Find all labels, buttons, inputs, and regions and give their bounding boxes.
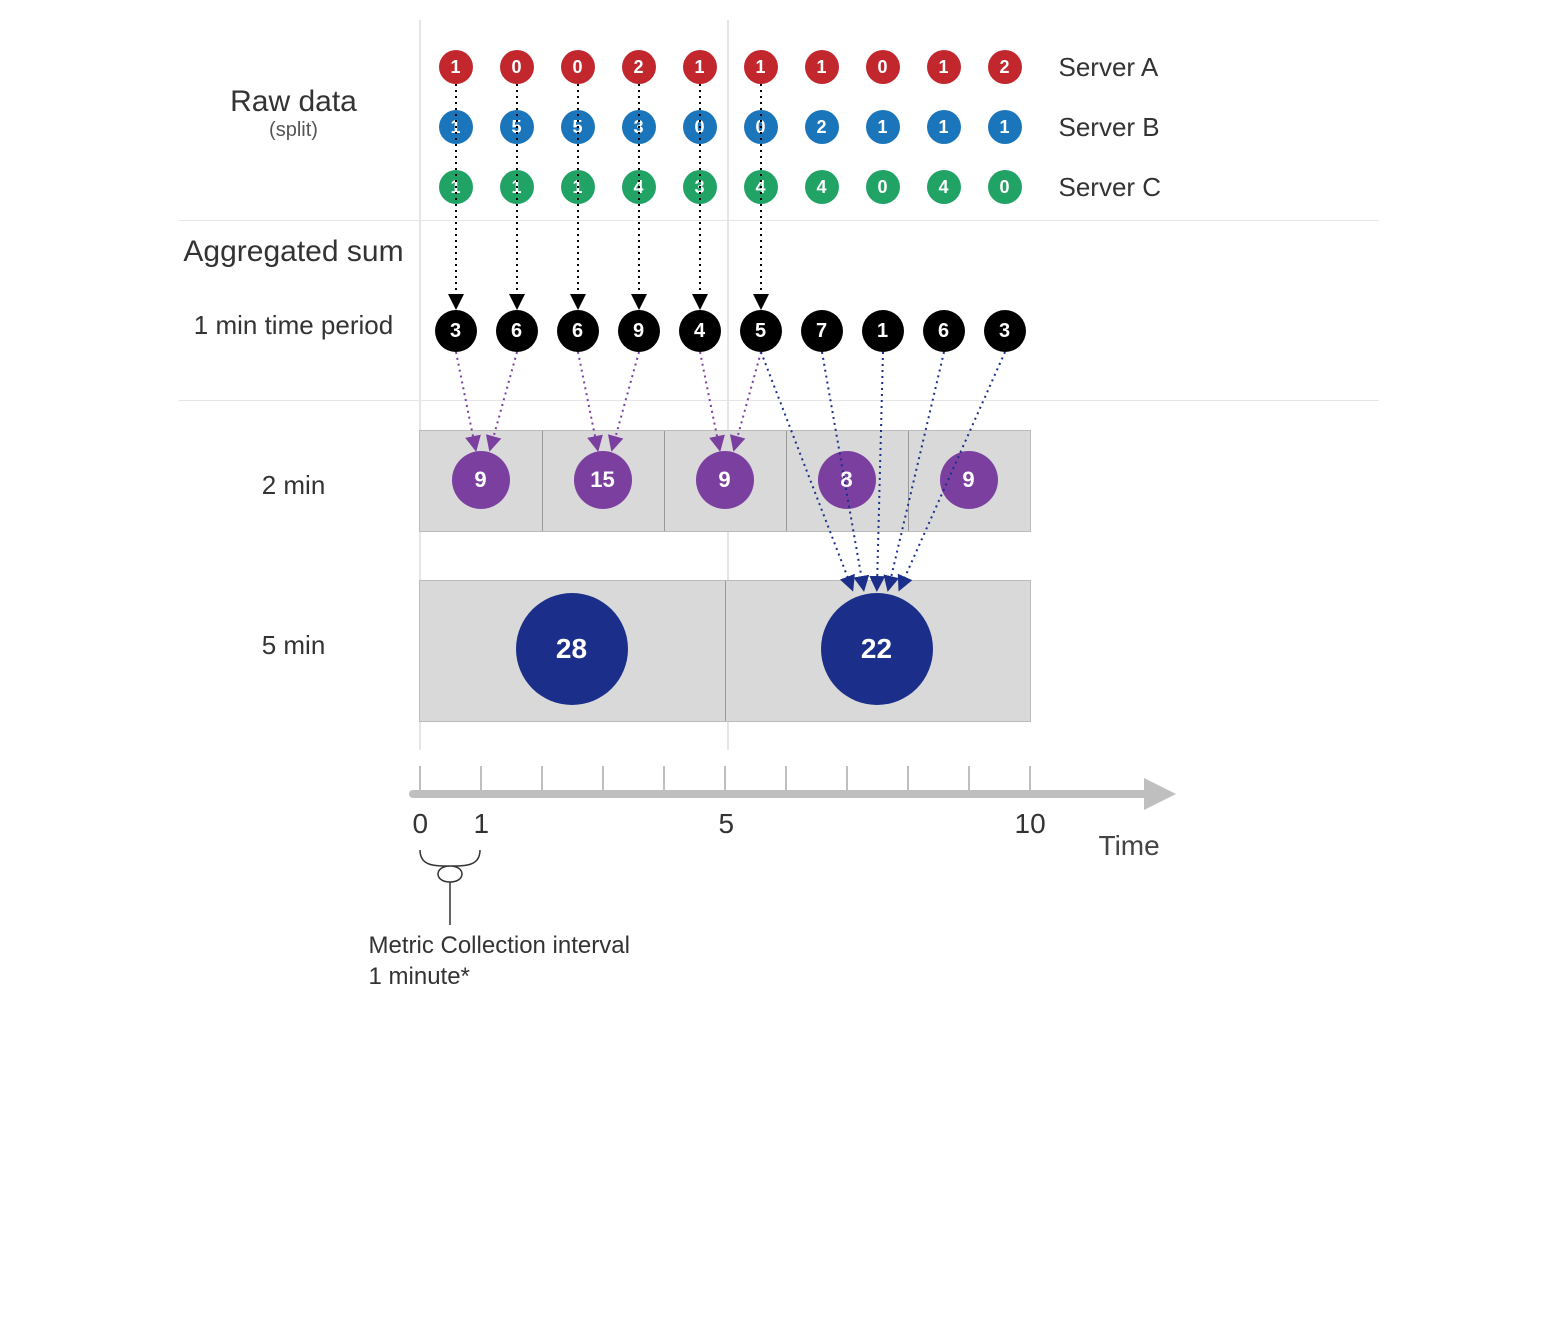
sum2-dot: 15 [574, 451, 632, 509]
axis-tick [541, 766, 543, 792]
sum2-dot: 8 [818, 451, 876, 509]
axis-number-0: 0 [413, 808, 429, 840]
five-min-label: 5 min [179, 630, 409, 661]
sum5-dot: 28 [516, 593, 628, 705]
axis-tick [602, 766, 604, 792]
sum1-dot: 4 [679, 310, 721, 352]
divider [179, 400, 1379, 401]
axis-tick [907, 766, 909, 792]
raw-dot: 3 [622, 110, 656, 144]
divider [179, 220, 1379, 221]
raw-dot: 0 [988, 170, 1022, 204]
axis-number-5: 5 [719, 808, 735, 840]
aggregation-diagram: Raw data (split) Aggregated sum 1 min ti… [179, 20, 1379, 1070]
sum2-dot: 9 [696, 451, 754, 509]
raw-dot: 0 [683, 110, 717, 144]
axis-tick [846, 766, 848, 792]
raw-dot: 4 [927, 170, 961, 204]
overlay-svg [179, 20, 1379, 1070]
raw-data-label-block: Raw data (split) [179, 85, 409, 142]
sum1-dot: 6 [557, 310, 599, 352]
axis-tick [968, 766, 970, 792]
raw-data-subtitle: (split) [179, 119, 409, 142]
raw-dot: 1 [561, 170, 595, 204]
aggregated-title: Aggregated sum [179, 235, 409, 269]
axis-number-10: 10 [1015, 808, 1046, 840]
raw-dot: 1 [500, 170, 534, 204]
two-min-label: 2 min [179, 470, 409, 501]
axis-tick [480, 766, 482, 792]
raw-dot: 0 [866, 170, 900, 204]
sum1-dot: 7 [801, 310, 843, 352]
raw-dot: 1 [439, 170, 473, 204]
raw-dot: 1 [988, 110, 1022, 144]
axis-tick [663, 766, 665, 792]
raw-dot: 5 [561, 110, 595, 144]
raw-dot: 0 [500, 50, 534, 84]
raw-dot: 0 [866, 50, 900, 84]
axis-arrow-icon [1144, 778, 1176, 810]
raw-dot: 2 [988, 50, 1022, 84]
raw-dot: 3 [683, 170, 717, 204]
raw-dot: 1 [805, 50, 839, 84]
footnote-block: Metric Collection interval 1 minute* [369, 930, 630, 992]
axis-tick [1029, 766, 1031, 792]
raw-dot: 1 [927, 50, 961, 84]
raw-dot: 4 [622, 170, 656, 204]
raw-dot: 1 [927, 110, 961, 144]
five-min-row [419, 580, 1031, 722]
raw-dot: 5 [500, 110, 534, 144]
raw-dot: 4 [805, 170, 839, 204]
sum2-dot: 9 [452, 451, 510, 509]
raw-dot: 1 [744, 50, 778, 84]
time-axis-line [409, 790, 1149, 798]
one-min-label: 1 min time period [179, 310, 409, 341]
axis-number-1: 1 [474, 808, 490, 840]
sum5-dot: 22 [821, 593, 933, 705]
axis-tick [724, 766, 726, 792]
sum1-dot: 3 [984, 310, 1026, 352]
server-b-label: Server B [1059, 112, 1160, 143]
axis-tick [419, 766, 421, 792]
server-a-label: Server A [1059, 52, 1159, 83]
axis-time-label: Time [1099, 830, 1160, 862]
raw-dot: 2 [805, 110, 839, 144]
sum1-dot: 3 [435, 310, 477, 352]
server-c-label: Server C [1059, 172, 1162, 203]
sum2-dot: 9 [940, 451, 998, 509]
raw-dot: 1 [683, 50, 717, 84]
sum1-dot: 5 [740, 310, 782, 352]
axis-tick [785, 766, 787, 792]
raw-dot: 4 [744, 170, 778, 204]
footnote-line1: Metric Collection interval [369, 930, 630, 961]
sum1-dot: 1 [862, 310, 904, 352]
raw-dot: 2 [622, 50, 656, 84]
raw-dot: 0 [561, 50, 595, 84]
raw-data-title: Raw data [179, 85, 409, 119]
raw-dot: 0 [744, 110, 778, 144]
footnote-line2: 1 minute* [369, 961, 630, 992]
raw-dot: 1 [439, 110, 473, 144]
sum1-dot: 6 [496, 310, 538, 352]
sum1-dot: 6 [923, 310, 965, 352]
sum1-dot: 9 [618, 310, 660, 352]
raw-dot: 1 [439, 50, 473, 84]
raw-dot: 1 [866, 110, 900, 144]
